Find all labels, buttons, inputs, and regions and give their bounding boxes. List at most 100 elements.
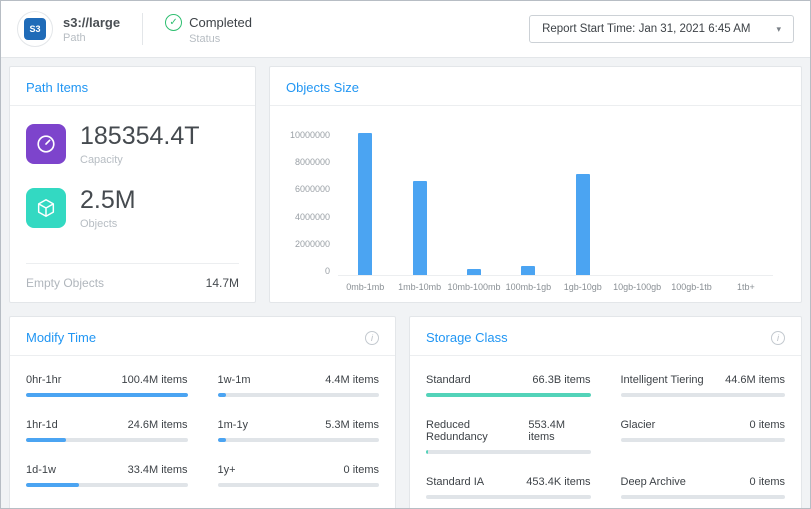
bar [358,133,372,275]
modify-time-card: Modify Time i 0hr-1hr100.4M items1hr-1d2… [9,316,396,508]
progress-fill [426,393,591,397]
main-content: Path Items 185354.4T Capacity [1,58,810,508]
bar [576,174,590,276]
progress-label: Standard IA [426,476,484,488]
progress-track [26,393,188,397]
divider [142,13,143,45]
y-tick-label: 8000000 [295,157,330,167]
progress-item: 1y+0 items [218,464,380,487]
progress-track [426,393,591,397]
path-items-title: Path Items [26,80,88,95]
progress-value: 553.4M items [528,419,590,443]
status-label: Status [189,33,252,45]
objects-metric: 2.5M Objects [26,186,239,230]
progress-item: 1d-1w 33.4M items [26,464,188,487]
chart-y-axis: 1000000080000006000000400000020000000 [290,130,338,276]
status-value: Completed [189,15,252,30]
y-tick-label: 10000000 [290,130,330,140]
progress-label: Reduced Redundancy [426,419,528,443]
chart-bars [338,130,773,276]
objects-label: Objects [80,218,136,230]
x-tick-label: 0mb-1mb [338,282,392,292]
progress-fill [26,438,66,442]
progress-track [621,495,786,499]
info-icon[interactable]: i [365,331,379,345]
y-tick-label: 2000000 [295,239,330,249]
bar [413,181,427,275]
x-tick-label: 100gb-1tb [664,282,718,292]
progress-fill [26,393,188,397]
objects-size-chart: 1000000080000006000000400000020000000 0m… [270,106,801,302]
bar-column [338,130,392,275]
capacity-value: 185354.4T [80,122,200,151]
x-tick-label: 10mb-100mb [447,282,501,292]
s3-icon-label: S3 [24,18,46,40]
progress-label: Intelligent Tiering [621,374,704,386]
storage-class-title: Storage Class [426,330,508,345]
bar-column [501,130,555,275]
progress-label: 1m-1y [218,419,249,431]
bar [521,266,535,275]
progress-fill [426,450,428,454]
storage-class-grid: Standard66.3B items Reduced Redundancy553… [410,356,801,508]
gauge-icon [26,124,66,164]
progress-value: 24.6M items [128,419,188,431]
progress-label: 1w-1m [218,374,251,386]
bar-column [664,130,718,275]
status-info: ✓ Completed Status [165,14,252,45]
info-icon[interactable]: i [771,331,785,345]
progress-track [218,483,380,487]
progress-track [26,438,188,442]
progress-track [621,393,786,397]
x-tick-label: 1gb-10gb [556,282,610,292]
x-tick-label: 1tb+ [719,282,773,292]
progress-value: 5.3M items [325,419,379,431]
progress-item: 1m-1y 5.3M items [218,419,380,442]
path-value: s3://large [63,15,120,30]
progress-label: 1d-1w [26,464,56,476]
x-tick-label: 100mb-1gb [501,282,555,292]
progress-label: 1hr-1d [26,419,58,431]
report-start-time-dropdown[interactable]: Report Start Time: Jan 31, 2021 6:45 AM … [529,15,794,43]
objects-value: 2.5M [80,186,136,215]
capacity-metric: 185354.4T Capacity [26,122,239,166]
empty-objects-label: Empty Objects [26,276,104,290]
x-tick-label: 10gb-100gb [610,282,664,292]
chart-x-labels: 0mb-1mb1mb-10mb10mb-100mb100mb-1gb1gb-10… [338,282,773,292]
progress-item: Glacier0 items [621,419,786,454]
empty-objects-row: Empty Objects 14.7M [26,263,239,290]
path-items-card: Path Items 185354.4T Capacity [9,66,256,303]
progress-value: 0 items [750,476,785,488]
report-start-time-label: Report Start Time: Jan 31, 2021 6:45 AM [542,23,750,35]
progress-track [218,438,380,442]
progress-item: 1hr-1d 24.6M items [26,419,188,442]
progress-label: 0hr-1hr [26,374,61,386]
storage-class-card: Storage Class i Standard66.3B items Reduc… [409,316,802,508]
top-bar: S3 s3://large Path ✓ Completed Status Re… [1,1,810,58]
progress-item: Standard66.3B items [426,374,591,397]
progress-value: 66.3B items [532,374,590,386]
path-info: S3 s3://large Path [17,11,120,47]
bar-column [447,130,501,275]
progress-track [426,450,591,454]
progress-track [218,393,380,397]
path-label: Path [63,32,120,44]
modify-time-title: Modify Time [26,330,96,345]
progress-label: Deep Archive [621,476,686,488]
progress-track [426,495,591,499]
dashboard-page: S3 s3://large Path ✓ Completed Status Re… [0,0,811,509]
progress-value: 33.4M items [128,464,188,476]
progress-item: Deep Archive 0 items [621,476,786,499]
bar-column [392,130,446,275]
progress-fill [218,393,226,397]
progress-value: 4.4M items [325,374,379,386]
completed-check-icon: ✓ [165,14,182,31]
objects-size-title: Objects Size [286,80,359,95]
progress-value: 453.4K items [526,476,590,488]
chevron-down-icon: ▾ [776,24,781,35]
progress-track [621,438,786,442]
bar [467,269,481,275]
progress-value: 0 items [344,464,379,476]
empty-objects-value: 14.7M [206,276,239,290]
bar-column [610,130,664,275]
